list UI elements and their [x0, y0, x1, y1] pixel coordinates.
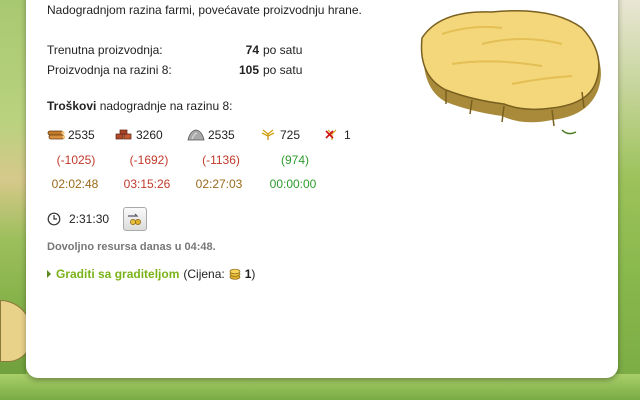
- clay-wait-time: 03:15:26: [123, 177, 171, 191]
- clay-difference: (-1692): [129, 153, 169, 167]
- intro-text: Nadogradnjom razina farmi, povećavate pr…: [47, 3, 362, 17]
- resource-cost-row: 2535 3260 2535 725 1: [47, 128, 363, 142]
- wood-wait-time: 02:02:48: [51, 177, 99, 191]
- resource-difference-row: (-1025) (-1692) (-1136) (974): [47, 153, 327, 167]
- next-production-unit: po satu: [263, 63, 303, 77]
- build-duration-row: 2:31:30: [47, 207, 148, 231]
- next-production-value: 105: [238, 63, 259, 77]
- next-production-row: Proizvodnja na razini 8: 105 po satu: [47, 60, 343, 80]
- current-production-row: Trenutna proizvodnja: 74 po satu: [47, 40, 343, 60]
- cost-title-bold: Troškovi: [47, 99, 97, 113]
- iron-wait-time: 02:27:03: [195, 177, 243, 191]
- current-production-value: 74: [245, 43, 259, 57]
- wood-amount: 2535: [68, 128, 95, 142]
- current-production-label: Trenutna proizvodnja:: [47, 43, 163, 57]
- build-duration: 2:31:30: [69, 212, 110, 226]
- crop-consumption-icon: [325, 129, 337, 140]
- wood-cost: 2535: [47, 128, 115, 142]
- crop-consumption-cost: 1: [323, 128, 363, 142]
- current-production-unit: po satu: [263, 43, 303, 57]
- wood-difference: (-1025): [56, 153, 96, 167]
- npc-trade-button[interactable]: [123, 207, 148, 231]
- crop-wait-time: 00:00:00: [269, 177, 317, 191]
- next-production-label: Proizvodnja na razini 8:: [47, 63, 172, 77]
- upgrade-cost-title: Troškovi nadogradnje na razinu 8:: [47, 99, 232, 113]
- crop-cost: 725: [259, 128, 323, 142]
- crop-amount: 725: [280, 128, 301, 142]
- builder-price-value: 1: [244, 267, 252, 281]
- cropland-illustration: [420, 9, 601, 135]
- resource-wait-time-row: 02:02:48 03:15:26 02:27:03 00:00:00: [47, 177, 325, 191]
- resources-available-notice: Dovoljno resursa danas u 04:48.: [47, 241, 216, 253]
- iron-cost: 2535: [187, 128, 259, 142]
- cost-title-rest: nadogradnje na razinu 8:: [96, 99, 233, 113]
- iron-icon: [187, 129, 205, 141]
- exchange-resources-icon: [128, 213, 141, 225]
- build-with-builder-link[interactable]: Graditi sa graditeljom: [56, 267, 179, 281]
- iron-amount: 2535: [208, 128, 235, 142]
- iron-difference: (-1136): [202, 153, 240, 167]
- production-table: Trenutna proizvodnja: 74 po satu Proizvo…: [47, 40, 343, 80]
- clay-amount: 3260: [136, 128, 163, 142]
- clay-icon: [115, 129, 132, 140]
- builder-price-close: ): [251, 267, 256, 281]
- build-with-builder-row: Graditi sa graditeljom (Cijena: 1 ): [47, 267, 255, 281]
- arrow-right-icon: [47, 270, 51, 278]
- gold-coin-icon: [229, 268, 241, 280]
- wood-icon: [47, 130, 65, 140]
- crop-icon: [261, 129, 275, 140]
- crop-consumption-amount: 1: [344, 128, 351, 142]
- builder-price-open: (Cijena:: [183, 267, 225, 281]
- clay-cost: 3260: [115, 128, 187, 142]
- crop-difference: (974): [280, 153, 309, 167]
- clock-icon: [47, 212, 61, 226]
